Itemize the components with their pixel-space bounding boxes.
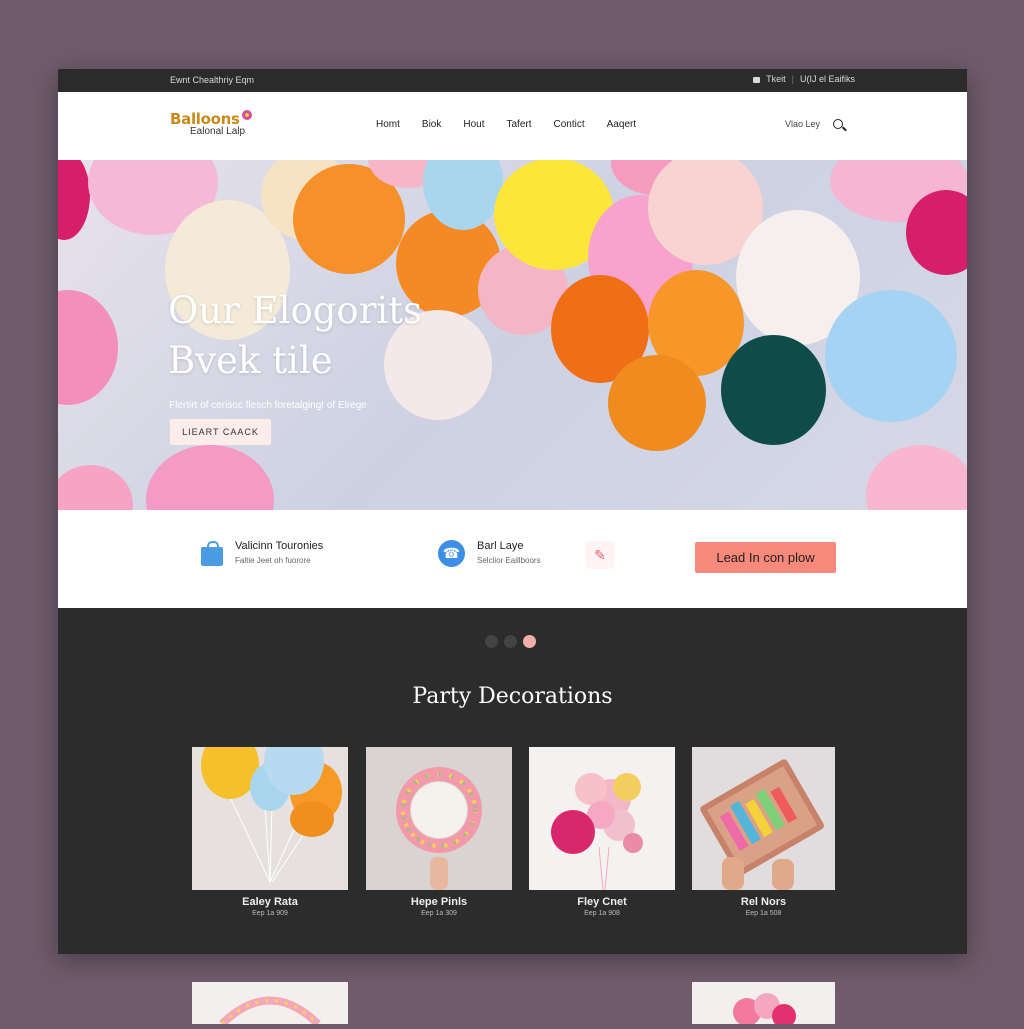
product-image-bouquet[interactable] <box>529 747 675 890</box>
product-name: Hepe Pinls <box>410 896 468 908</box>
product-image-wreath[interactable] <box>366 747 512 890</box>
nav-item-5[interactable]: Contict <box>554 119 585 130</box>
carousel-dots <box>485 635 536 648</box>
top-bar-tagline: Ewnt Chealthriy Eqm <box>170 75 255 85</box>
lock-icon <box>753 77 761 83</box>
feature-subtitle-2: Selclior Eaillboors <box>477 556 541 565</box>
product-card[interactable]: Fley Cnet Eep 1a 908 <box>529 747 675 917</box>
feature-title-1: Valicinn Touronies <box>235 540 324 552</box>
nav-item-1[interactable]: Homt <box>376 119 400 130</box>
product-name: Ealey Rata <box>242 896 298 908</box>
hero-title: Our Elogorits Bvek tile <box>168 289 423 382</box>
top-bar-link-1[interactable]: Tkeit <box>766 74 786 84</box>
top-bar-link-2[interactable]: U(IJ el Eaifiks <box>800 74 855 84</box>
feature-subtitle-1: Faltie Jeet oh fuorore <box>235 556 311 565</box>
pencil-icon[interactable]: ✎ <box>586 541 614 569</box>
shopping-bag-icon <box>201 541 223 566</box>
section-title: Party Decorations <box>412 684 613 709</box>
next-card-preview <box>692 982 835 1028</box>
nav-item-4[interactable]: Tafert <box>506 119 531 130</box>
header-actions: Vlao Ley <box>785 119 844 129</box>
product-price: Eep 1a 908 <box>584 910 620 917</box>
product-card[interactable]: Rel Nors Eep 1a 508 <box>692 747 835 917</box>
nav-item-6[interactable]: Aaqert <box>607 119 636 130</box>
account-link[interactable]: Vlao Ley <box>785 119 820 129</box>
carousel-dot-active[interactable] <box>523 635 536 648</box>
product-name: Fley Cnet <box>577 896 627 908</box>
nav-item-2[interactable]: Biok <box>422 119 441 130</box>
product-price: Eep 1a 508 <box>745 910 782 917</box>
next-card-preview <box>192 982 348 1027</box>
search-icon[interactable] <box>833 119 844 129</box>
feature-title-2: Barl Laye <box>477 540 524 552</box>
web-page: Ewnt Chealthriy Eqm Tkeit | U(IJ el Eaif… <box>58 69 967 954</box>
nav-item-3[interactable]: Hout <box>463 119 484 130</box>
feature-item-1: Valicinn Touronies Faltie Jeet oh fuoror… <box>201 540 323 566</box>
main-nav: Homt Biok Hout Tafert Contict Aaqert <box>376 119 658 130</box>
site-logo[interactable]: Balloons Ealonal Lalp <box>170 110 252 137</box>
top-bar: Ewnt Chealthriy Eqm Tkeit | U(IJ el Eaif… <box>58 69 967 92</box>
logo-subtext: Ealonal Lalp <box>190 126 246 137</box>
top-bar-links: Tkeit | U(IJ el Eaifiks <box>753 74 855 84</box>
flower-icon <box>241 110 252 120</box>
product-price: Eep 1a 309 <box>421 910 457 917</box>
carousel-dot[interactable] <box>485 635 498 648</box>
product-card[interactable]: Ealey Rata Eep 1a 909 <box>192 747 348 917</box>
hero-cta-button[interactable]: LIEART CAACK <box>170 419 271 445</box>
top-bar-separator: | <box>791 74 794 84</box>
hero-subtitle: Flertirt of cerisoc flesch foretalging! … <box>169 400 367 411</box>
phone-icon: ☎ <box>438 540 465 567</box>
product-image-balloons[interactable] <box>192 747 348 890</box>
product-name: Rel Nors <box>740 896 787 908</box>
product-price: Eep 1a 909 <box>252 910 288 917</box>
hero-banner: Our Elogorits Bvek tile Flertirt of ceri… <box>58 160 967 510</box>
features-strip: Valicinn Touronies Faltie Jeet oh fuoror… <box>58 510 967 608</box>
product-image-gift-box[interactable] <box>692 747 835 890</box>
feature-item-2: ☎ Barl Laye Selclior Eaillboors <box>438 540 541 567</box>
lead-in-button[interactable]: Lead In con plow <box>695 542 836 573</box>
carousel-dot[interactable] <box>504 635 517 648</box>
site-header: Balloons Ealonal Lalp Homt Biok Hout Taf… <box>58 92 967 160</box>
product-card[interactable]: Hepe Pinls Eep 1a 309 <box>366 747 512 917</box>
